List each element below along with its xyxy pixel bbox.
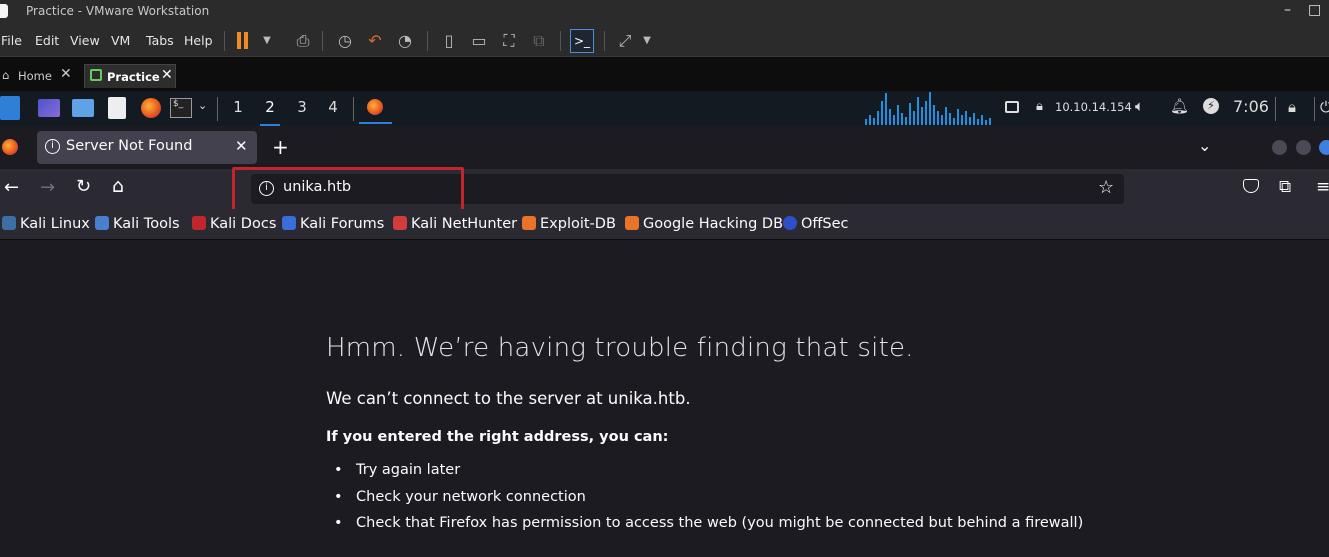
back-icon[interactable]: ← (4, 177, 19, 198)
error-hint: If you entered the right address, you ca… (326, 429, 669, 445)
new-tab-icon[interactable]: + (272, 135, 289, 159)
lock-screen-icon[interactable]: 🔒︎ (1288, 98, 1296, 116)
workspace-2[interactable]: 2 (260, 98, 280, 126)
firefox-icon (367, 99, 383, 115)
firefox-tab-strip: i Server Not Found ✕ + ⌄ (0, 126, 1329, 169)
error-title: Hmm. We’re having trouble finding that s… (326, 333, 914, 363)
nethunter-icon (393, 216, 407, 230)
tab-title: Server Not Found (66, 138, 193, 154)
minimize-icon[interactable]: – (1284, 2, 1291, 18)
menu-help[interactable]: Help (184, 33, 213, 48)
text-editor-icon[interactable] (108, 97, 126, 119)
kali-tools-icon (95, 216, 109, 230)
bookmark-kali-forums[interactable]: Kali Forums (282, 216, 384, 232)
file-manager-icon[interactable] (72, 99, 94, 117)
bookmark-star-icon[interactable]: ☆ (1098, 177, 1114, 198)
firefox-view-icon[interactable] (2, 139, 18, 155)
snapshot-manager-icon[interactable]: ◔ (394, 30, 416, 52)
close-tab-icon[interactable]: ✕ (235, 137, 248, 155)
vmware-title-bar: Practice - VMware Workstation – □ (0, 0, 1329, 24)
firefox-icon[interactable] (141, 98, 161, 118)
volume-icon[interactable]: 🔈︎ (1135, 97, 1144, 115)
clock: 7:06 (1233, 97, 1269, 116)
bookmark-kali-tools[interactable]: Kali Tools (95, 216, 180, 232)
kali-forums-icon (282, 216, 296, 230)
kali-menu-icon[interactable] (0, 96, 20, 120)
menu-edit[interactable]: Edit (35, 33, 59, 48)
bookmark-offsec[interactable]: OffSec (783, 216, 849, 232)
menu-tabs[interactable]: Tabs (146, 33, 174, 48)
workspace-1[interactable]: 1 (228, 98, 248, 116)
bookmark-kali-nethunter[interactable]: Kali NetHunter (393, 216, 517, 232)
send-keys-icon[interactable]: ⎙ (292, 30, 314, 52)
offsec-icon (783, 216, 797, 230)
desktop-icon[interactable] (38, 99, 60, 117)
bookmark-exploit-db[interactable]: Exploit-DB (522, 216, 616, 232)
app-menu-icon[interactable]: ≡ (1316, 177, 1329, 197)
maximize-icon[interactable]: □ (1308, 2, 1321, 18)
home-icon: ⌂ (2, 68, 10, 82)
page-content: Hmm. We’re having trouble finding that s… (0, 241, 1329, 557)
browser-tab-active[interactable]: i Server Not Found ✕ (37, 131, 257, 164)
workspace-3[interactable]: 3 (292, 98, 312, 116)
tab-home[interactable]: ⌂ Home ✕ (0, 64, 76, 88)
revert-snapshot-icon[interactable]: ↶ (364, 30, 386, 52)
vm-icon (90, 69, 102, 81)
ip-address: 10.10.14.154 (1055, 100, 1132, 114)
chevron-down-icon[interactable]: ⌄ (198, 99, 207, 112)
bookmark-kali-linux[interactable]: Kali Linux (2, 216, 90, 232)
stretch-dropdown-icon[interactable]: ▼ (636, 30, 658, 52)
maximize-icon[interactable] (1296, 140, 1311, 155)
chevron-down-icon[interactable]: ▼ (256, 30, 278, 52)
exploit-db-icon (522, 216, 536, 230)
extensions-icon[interactable]: ⧉ (1279, 177, 1291, 197)
kali-docs-icon (192, 216, 206, 230)
bookmarks-toolbar: Kali Linux Kali Tools Kali Docs Kali For… (0, 209, 1329, 240)
kali-panel: $_ ⌄ 1 2 3 4 🔒︎ 10.10.14.154 🔈︎ 🔔︎ ⚡ 7:0… (0, 91, 1329, 126)
sidebar-icon[interactable]: ▯ (438, 30, 460, 52)
tab-practice[interactable]: Practice ✕ (84, 64, 176, 88)
ghdb-icon (625, 216, 639, 230)
taskbar-firefox[interactable] (359, 91, 392, 124)
workspace-4[interactable]: 4 (323, 98, 343, 116)
home-icon[interactable]: ⌂ (112, 175, 124, 197)
display-icon[interactable] (1005, 101, 1019, 113)
menu-file[interactable]: File (1, 33, 22, 48)
terminal-icon[interactable]: $_ (170, 98, 192, 118)
vpn-lock-icon[interactable]: 🔒︎ (1036, 99, 1043, 114)
pause-icon[interactable] (237, 32, 241, 49)
error-description: We can’t connect to the server at unika.… (326, 389, 691, 408)
bookmark-kali-docs[interactable]: Kali Docs (192, 216, 276, 232)
stretch-icon[interactable]: ⤢ (614, 30, 636, 52)
bookmark-google-hacking-db[interactable]: Google Hacking DB (625, 216, 783, 232)
forward-icon[interactable]: → (40, 177, 55, 198)
snapshot-icon[interactable]: ◷ (334, 30, 356, 52)
pocket-icon[interactable] (1243, 179, 1259, 193)
close-icon[interactable]: ✕ (161, 67, 173, 83)
menu-vm[interactable]: VM (111, 33, 130, 48)
window-title: Practice - VMware Workstation (26, 4, 210, 18)
thumbnail-icon[interactable]: ▭ (468, 30, 490, 52)
reload-icon[interactable]: ↻ (76, 176, 91, 197)
url-highlight-box (232, 167, 464, 213)
power-icon[interactable]: ⚡ (1203, 98, 1219, 114)
close-icon[interactable]: ✕ (60, 66, 72, 82)
console-view-icon[interactable]: >_ (570, 29, 594, 53)
firefox-nav-bar: ← → ↻ ⌂ i unika.htb ☆ ⧉ ≡ (0, 169, 1329, 209)
kali-icon (2, 216, 16, 230)
logout-icon[interactable]: ⏻ (1320, 98, 1329, 116)
vmware-tab-strip: ⌂ Home ✕ Practice ✕ (0, 57, 1329, 91)
minimize-icon[interactable] (1272, 140, 1287, 155)
notification-icon[interactable]: 🔔︎ (1170, 97, 1189, 115)
unity-icon[interactable]: ⧉ (528, 30, 550, 52)
vmware-logo-icon (0, 4, 8, 18)
vmware-menu-bar: File Edit View VM Tabs Help ▼ ⎙ ◷ ↶ ◔ ▯ … (0, 24, 1329, 57)
tab-list-chevron-icon[interactable]: ⌄ (1198, 136, 1211, 155)
info-icon: i (45, 139, 60, 154)
menu-view[interactable]: View (70, 33, 100, 48)
fullscreen-icon[interactable]: ⛶ (498, 30, 520, 52)
close-window-icon[interactable] (1319, 140, 1329, 155)
network-graph (865, 92, 991, 125)
